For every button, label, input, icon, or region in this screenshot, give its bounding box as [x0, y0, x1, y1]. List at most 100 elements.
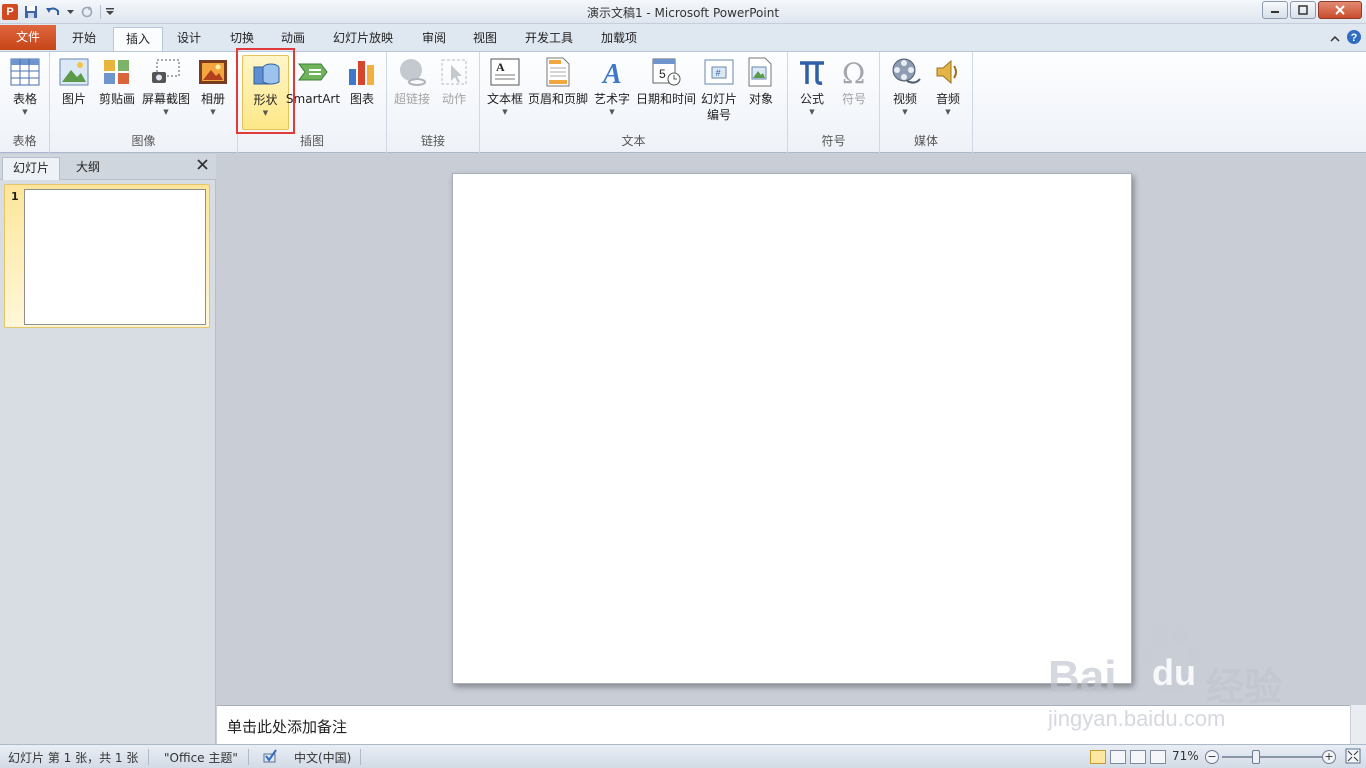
wordart-button[interactable]: A 艺术字 ▼ — [590, 55, 634, 133]
omega-icon: Ω — [837, 55, 871, 89]
screenshot-button[interactable]: 屏幕截图 ▼ — [140, 55, 192, 133]
ribbon: 表格 ▼ 表格 图片 剪贴画 屏幕截图 ▼ 相册 ▼ 图像 形状 ▼ Smart… — [0, 51, 1366, 153]
zoom-level[interactable]: 71% — [1172, 749, 1199, 763]
title-bar: P 演示文稿1 - Microsoft PowerPoint — [0, 0, 1366, 24]
photo-album-button[interactable]: 相册 ▼ — [194, 55, 232, 133]
slide-number-button[interactable]: # 幻灯片 编号 — [698, 55, 740, 133]
slide-thumbnail-number: 1 — [11, 190, 19, 203]
svg-text:Ω: Ω — [842, 57, 865, 87]
video-button[interactable]: 视频 ▼ — [884, 55, 926, 133]
action-icon — [437, 55, 471, 89]
slides-panel: 幻灯片 大纲 1 — [0, 154, 216, 744]
object-button[interactable]: 对象 — [742, 55, 780, 133]
status-bar: 幻灯片 第 1 张，共 1 张 "Office 主题" 中文(中国) 71% −… — [0, 744, 1366, 768]
restore-button[interactable] — [1290, 1, 1316, 19]
tab-file[interactable]: 文件 — [0, 25, 56, 50]
group-label-media: 媒体 — [913, 134, 938, 148]
symbol-button[interactable]: Ω 符号 — [834, 55, 874, 133]
help-icon[interactable]: ? — [1346, 29, 1362, 48]
group-links: 超链接 动作 链接 — [387, 52, 480, 153]
slide-thumbnail[interactable] — [24, 189, 206, 325]
reading-view-icon[interactable] — [1130, 750, 1146, 764]
group-images: 图片 剪贴画 屏幕截图 ▼ 相册 ▼ 图像 — [50, 52, 238, 153]
tab-home[interactable]: 开始 — [60, 27, 108, 51]
table-icon — [8, 55, 42, 89]
normal-view-icon[interactable] — [1090, 750, 1106, 764]
tab-slides[interactable]: 幻灯片 — [2, 157, 61, 180]
tab-slideshow[interactable]: 幻灯片放映 — [321, 27, 405, 51]
zoom-out-icon[interactable]: − — [1205, 750, 1219, 764]
tab-insert[interactable]: 插入 — [113, 27, 164, 51]
tab-review[interactable]: 审阅 — [410, 27, 458, 51]
chart-icon — [345, 55, 379, 89]
header-footer-button[interactable]: 页眉和页脚 — [528, 55, 588, 133]
clipart-icon — [100, 55, 134, 89]
equation-button[interactable]: 公式 ▼ — [792, 55, 832, 133]
audio-button[interactable]: 音频 ▼ — [928, 55, 968, 133]
action-button[interactable]: 动作 — [435, 55, 473, 133]
highlight-annotation-box — [236, 48, 295, 134]
group-label-table: 表格 — [12, 134, 37, 148]
slide-thumbnail-item[interactable]: 1 — [4, 184, 210, 328]
minimize-button[interactable] — [1262, 1, 1288, 19]
photo-album-icon — [196, 55, 230, 89]
group-label-illustrations: 插图 — [299, 134, 324, 148]
smartart-button[interactable]: SmartArt — [286, 55, 340, 133]
header-footer-icon — [541, 55, 575, 89]
group-symbols: 公式 ▼ Ω 符号 符号 — [788, 52, 880, 153]
close-panel-icon[interactable] — [197, 158, 208, 174]
zoom-slider-track[interactable] — [1222, 756, 1322, 758]
calendar-clock-icon: 5 — [649, 55, 683, 89]
status-slide-info: 幻灯片 第 1 张，共 1 张 — [8, 751, 139, 765]
screenshot-icon — [149, 55, 183, 89]
slide-sorter-view-icon[interactable] — [1110, 750, 1126, 764]
svg-text:#: # — [716, 68, 721, 78]
window-controls — [1262, 1, 1362, 19]
hyperlink-button[interactable]: 超链接 — [391, 55, 433, 133]
fit-to-window-icon[interactable] — [1345, 748, 1361, 767]
tab-design[interactable]: 设计 — [165, 27, 213, 51]
restore-icon — [1298, 5, 1308, 15]
slide-editor-area — [217, 154, 1366, 703]
group-label-links: 链接 — [420, 134, 445, 148]
status-theme[interactable]: "Office 主题" — [164, 749, 238, 766]
svg-text:A: A — [601, 59, 622, 87]
slideshow-view-icon[interactable] — [1150, 750, 1166, 764]
notes-placeholder: 单击此处添加备注 — [227, 718, 348, 736]
slide-number-icon: # — [702, 55, 736, 89]
object-icon — [744, 55, 778, 89]
group-label-text: 文本 — [621, 134, 646, 148]
status-language[interactable]: 中文(中国) — [294, 749, 351, 766]
svg-text:?: ? — [1351, 32, 1358, 44]
tab-addins[interactable]: 加载项 — [589, 27, 649, 51]
svg-text:5: 5 — [659, 67, 666, 81]
close-icon — [1335, 5, 1345, 15]
textbox-icon: A — [488, 55, 522, 89]
group-media: 视频 ▼ 音频 ▼ 媒体 — [880, 52, 973, 153]
minimize-ribbon-icon[interactable] — [1330, 32, 1340, 46]
zoom-slider-thumb[interactable] — [1252, 750, 1260, 764]
wordart-icon: A — [595, 55, 629, 89]
picture-button[interactable]: 图片 — [56, 55, 92, 133]
spell-check-icon[interactable] — [262, 748, 278, 767]
zoom-in-icon[interactable]: + — [1322, 750, 1336, 764]
minimize-icon — [1271, 11, 1279, 13]
notes-scrollbar[interactable] — [1350, 705, 1366, 744]
speaker-icon — [931, 55, 965, 89]
ribbon-controls: ? — [1330, 29, 1362, 48]
group-table: 表格 ▼ 表格 — [0, 52, 50, 153]
clipart-button[interactable]: 剪贴画 — [96, 55, 138, 133]
table-button[interactable]: 表格 ▼ — [4, 55, 46, 133]
close-button[interactable] — [1318, 1, 1362, 19]
tab-view[interactable]: 视图 — [461, 27, 509, 51]
window-title: 演示文稿1 - Microsoft PowerPoint — [586, 6, 780, 20]
picture-icon — [57, 55, 91, 89]
chart-button[interactable]: 图表 — [342, 55, 382, 133]
tab-outline[interactable]: 大纲 — [66, 157, 110, 180]
slide-canvas[interactable] — [452, 173, 1132, 684]
date-time-button[interactable]: 5 日期和时间 — [636, 55, 696, 133]
tab-developer[interactable]: 开发工具 — [513, 27, 585, 51]
textbox-button[interactable]: A 文本框 ▼ — [484, 55, 526, 133]
notes-pane[interactable]: 单击此处添加备注 — [217, 705, 1350, 744]
svg-text:A: A — [496, 60, 505, 74]
